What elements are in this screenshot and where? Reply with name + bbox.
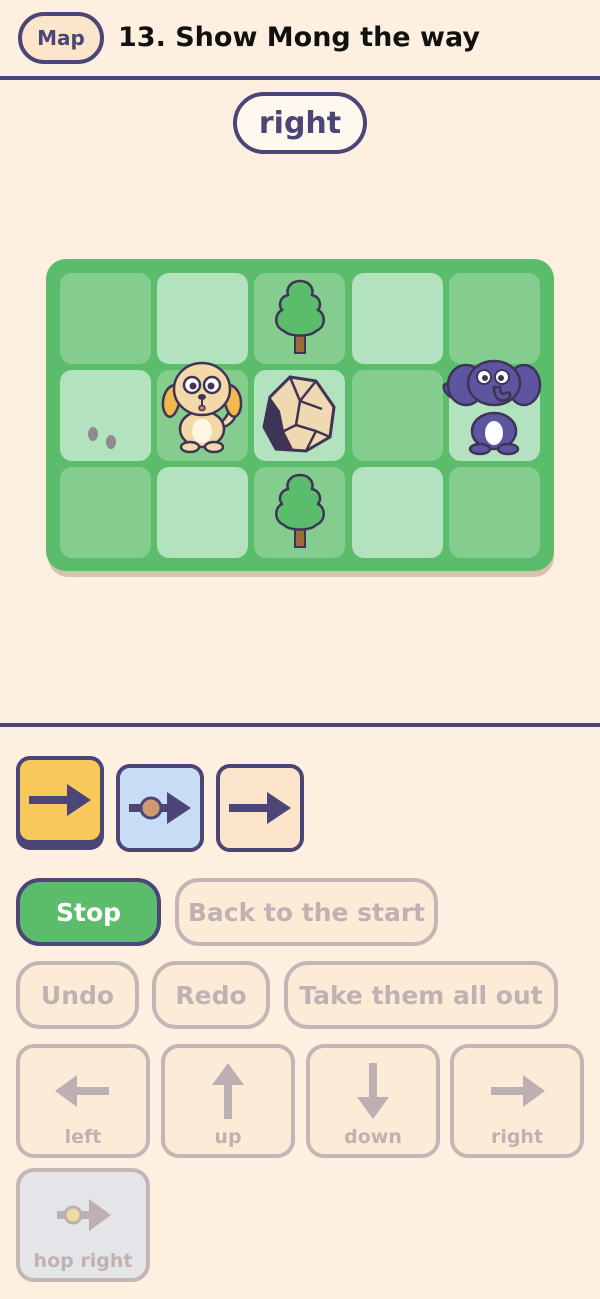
board-cell [449,467,540,558]
right-button[interactable]: right [450,1044,584,1158]
hop-right-button[interactable]: hop right [16,1168,150,1282]
board-cell [157,273,248,364]
up-button[interactable]: up [161,1044,295,1158]
down-button[interactable]: down [306,1044,440,1158]
board-cell [60,467,151,558]
program-step-right[interactable] [216,764,304,852]
program-step-right[interactable] [16,756,104,844]
hop-right-button-label: hop right [33,1250,133,1272]
right-arrow-icon [229,792,291,824]
take-them-all-out-button[interactable]: Take them all out [284,961,558,1029]
right-button-label: right [490,1126,544,1148]
board-cell [60,273,151,364]
game-board [46,259,554,571]
board-cell [352,467,443,558]
board-cell [449,273,540,364]
redo-button[interactable]: Redo [152,961,270,1029]
undo-button[interactable]: Undo [16,961,139,1029]
footprints-icon [88,427,116,449]
board-cell [352,370,443,461]
mong-elephant-icon [442,359,542,456]
down-arrow-icon [357,1063,389,1119]
left-arrow-icon [55,1075,109,1107]
down-button-label: down [344,1126,402,1148]
board-cell [352,273,443,364]
hop-right-icon [57,1199,111,1231]
left-button-label: left [64,1126,102,1148]
left-button[interactable]: left [16,1044,150,1158]
tree-icon [275,279,325,354]
tree-icon [275,473,325,548]
dog-character-icon [161,361,243,454]
stop-button[interactable]: Stop [16,878,161,946]
right-arrow-icon [29,784,91,816]
program-step-hop-right[interactable] [116,764,204,852]
right-arrow-icon [491,1075,545,1107]
up-button-label: up [214,1126,242,1148]
hop-right-icon [129,792,191,824]
rock-icon [262,375,336,453]
header-bar: Map 13. Show Mong the way [0,0,600,80]
up-arrow-icon [212,1063,244,1119]
current-command-label: right [233,92,367,154]
map-button[interactable]: Map [18,12,104,64]
back-to-start-button[interactable]: Back to the start [175,878,438,946]
board-cell [157,467,248,558]
level-title: 13. Show Mong the way [118,22,480,53]
panel-divider [0,723,600,727]
